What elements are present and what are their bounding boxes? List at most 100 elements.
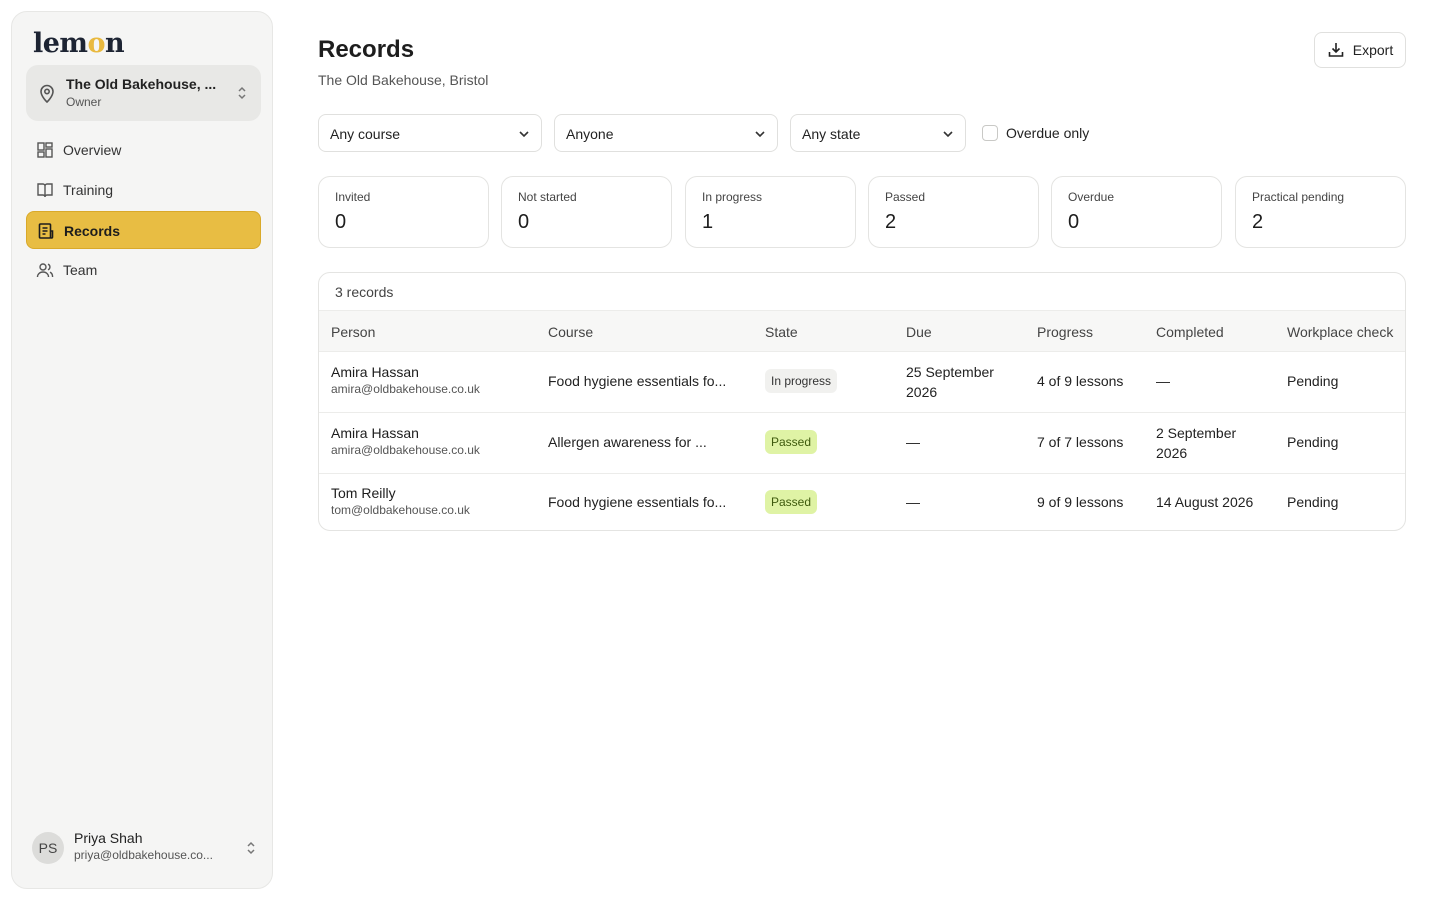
- course-cell: Food hygiene essentials fo...: [548, 373, 727, 389]
- person-email: amira@oldbakehouse.co.uk: [331, 443, 480, 457]
- progress-cell: 7 of 7 lessons: [1037, 434, 1124, 450]
- column-header-completed[interactable]: Completed: [1156, 324, 1224, 340]
- stat-card-overdue: Overdue 0: [1051, 176, 1222, 248]
- completed-cell: 2 September 2026: [1156, 423, 1236, 463]
- due-date-line: 25 September: [906, 364, 994, 380]
- column-header-person[interactable]: Person: [331, 324, 375, 340]
- chevron-down-icon: [519, 131, 529, 138]
- sidebar-item-label: Overview: [63, 142, 122, 158]
- stat-card-passed: Passed 2: [868, 176, 1039, 248]
- completed-cell: —: [1156, 373, 1170, 389]
- organization-role: Owner: [66, 95, 102, 109]
- organization-switcher[interactable]: The Old Bakehouse, ... Owner: [26, 65, 261, 121]
- overdue-only-checkbox[interactable]: [982, 125, 998, 141]
- due-date-line: 2026: [906, 384, 938, 400]
- workplace-check-cell: Pending: [1287, 494, 1339, 510]
- stat-card-practical-pending: Practical pending 2: [1235, 176, 1406, 248]
- users-icon: [36, 263, 54, 278]
- user-name: Priya Shah: [74, 830, 143, 846]
- export-button[interactable]: Export: [1314, 32, 1406, 68]
- sidebar-item-label: Team: [63, 262, 98, 278]
- stat-value: 2: [885, 211, 897, 233]
- course-filter[interactable]: Any course: [318, 114, 542, 152]
- stat-card-invited: Invited 0: [318, 176, 489, 248]
- sidebar-item-label: Records: [64, 223, 121, 239]
- records-icon: [38, 223, 54, 239]
- course-cell: Allergen awareness for ...: [548, 434, 707, 450]
- course-cell: Food hygiene essentials fo...: [548, 494, 727, 510]
- stat-label: Passed: [885, 190, 926, 204]
- page-subtitle: The Old Bakehouse, Bristol: [318, 72, 489, 88]
- page-title: Records: [318, 36, 415, 63]
- completed-date-line: 2026: [1156, 445, 1188, 461]
- table-row[interactable]: Amira Hassan amira@oldbakehouse.co.uk Fo…: [319, 352, 1405, 413]
- column-header-workplace-check[interactable]: Workplace check: [1287, 324, 1393, 340]
- stat-value: 0: [518, 211, 530, 233]
- person-email: amira@oldbakehouse.co.uk: [331, 382, 480, 396]
- table-header: Person Course State Due Progress Complet…: [319, 310, 1405, 352]
- person-cell: Tom Reilly tom@oldbakehouse.co.uk: [331, 485, 470, 517]
- workplace-check-cell: Pending: [1287, 434, 1339, 450]
- overdue-only-label: Overdue only: [1006, 125, 1090, 141]
- person-filter-value: Anyone: [566, 126, 614, 142]
- person-cell: Amira Hassan amira@oldbakehouse.co.uk: [331, 364, 480, 396]
- person-filter[interactable]: Anyone: [554, 114, 778, 152]
- map-pin-icon: [40, 84, 54, 103]
- user-email: priya@oldbakehouse.co...: [74, 848, 213, 862]
- due-cell: —: [906, 494, 920, 510]
- person-name: Tom Reilly: [331, 485, 396, 501]
- person-email: tom@oldbakehouse.co.uk: [331, 503, 470, 517]
- organization-name: The Old Bakehouse, ...: [66, 76, 217, 92]
- stat-value: 2: [1252, 211, 1264, 233]
- due-cell: —: [906, 434, 920, 450]
- person-cell: Amira Hassan amira@oldbakehouse.co.uk: [331, 425, 480, 457]
- column-header-due[interactable]: Due: [906, 324, 932, 340]
- table-row[interactable]: Tom Reilly tom@oldbakehouse.co.uk Food h…: [319, 474, 1405, 530]
- sidebar-item-records[interactable]: Records: [26, 211, 261, 249]
- chevron-down-icon: [943, 131, 953, 138]
- dashboard-icon: [37, 142, 53, 158]
- person-name: Amira Hassan: [331, 364, 419, 380]
- status-badge: In progress: [765, 369, 838, 393]
- book-icon: [37, 183, 53, 198]
- status-badge: Passed: [765, 490, 818, 514]
- completed-date-line: 2 September: [1156, 425, 1237, 441]
- stat-card-not-started: Not started 0: [501, 176, 672, 248]
- user-menu[interactable]: PS Priya Shah priya@oldbakehouse.co...: [32, 828, 260, 868]
- stat-value: 0: [335, 211, 347, 233]
- sidebar-item-label: Training: [63, 182, 114, 198]
- sidebar-item-overview[interactable]: Overview: [26, 131, 261, 169]
- stat-label: In progress: [702, 190, 763, 204]
- stat-label: Not started: [518, 190, 577, 204]
- chevron-up-down-icon: [238, 86, 246, 100]
- sidebar: lemon The Old Bakehouse, ... Owner Overv…: [11, 11, 273, 889]
- column-header-progress[interactable]: Progress: [1037, 324, 1093, 340]
- record-count: 3 records: [335, 284, 394, 300]
- status-badge: Passed: [765, 430, 818, 454]
- table-row[interactable]: Amira Hassan amira@oldbakehouse.co.uk Al…: [319, 413, 1405, 474]
- workplace-check-cell: Pending: [1287, 373, 1339, 389]
- export-button-label: Export: [1352, 42, 1394, 58]
- completed-cell: 14 August 2026: [1156, 494, 1254, 510]
- chevron-up-down-icon: [247, 841, 255, 855]
- column-header-state[interactable]: State: [765, 324, 798, 340]
- progress-cell: 9 of 9 lessons: [1037, 494, 1124, 510]
- download-icon: [1328, 43, 1344, 57]
- stat-card-in-progress: In progress 1: [685, 176, 856, 248]
- records-table: 3 records Person Course State Due Progre…: [318, 272, 1406, 531]
- course-filter-value: Any course: [330, 126, 401, 142]
- logo[interactable]: lemon: [33, 28, 125, 59]
- stat-value: 1: [702, 211, 714, 233]
- avatar: PS: [32, 832, 64, 864]
- sidebar-nav: Overview Training Records Team: [26, 131, 261, 291]
- sidebar-item-training[interactable]: Training: [26, 171, 261, 209]
- person-name: Amira Hassan: [331, 425, 419, 441]
- chevron-down-icon: [755, 131, 765, 138]
- column-header-course[interactable]: Course: [548, 324, 593, 340]
- state-filter[interactable]: Any state: [790, 114, 966, 152]
- stat-label: Practical pending: [1252, 190, 1345, 204]
- stat-value: 0: [1068, 211, 1080, 233]
- progress-cell: 4 of 9 lessons: [1037, 373, 1124, 389]
- sidebar-item-team[interactable]: Team: [26, 251, 261, 289]
- stat-label: Overdue: [1068, 190, 1115, 204]
